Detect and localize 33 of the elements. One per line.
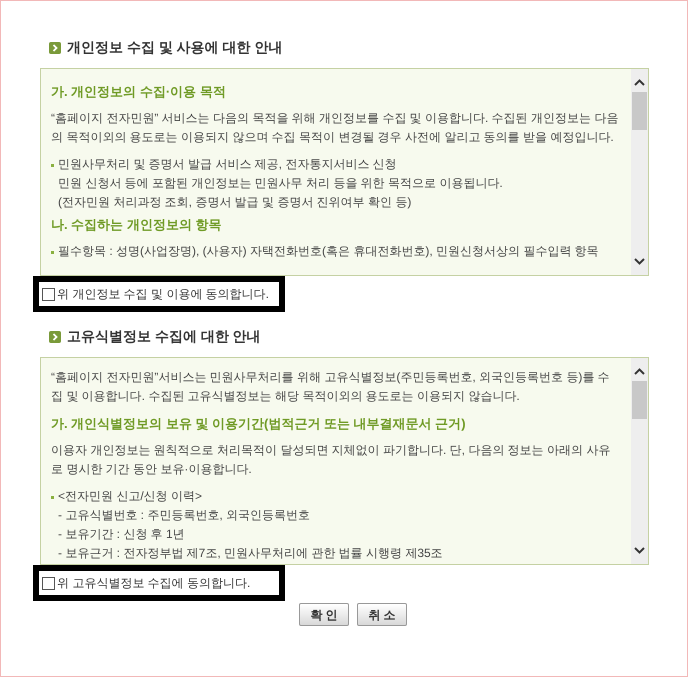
paragraph: “홈페이지 전자민원”서비스는 민원사무처리를 위해 고유식별정보(주민등록번호, 외국인등록번호 등)를 수집 및 이용합니다. 수집된 고유식별정보는 해당 목적이외의 용도로는 이용되지 않습니다. [51, 369, 611, 405]
list-item: 민원사무처리 및 증명서 발급 서비스 제공, 전자통지서비스 신청 [58, 156, 397, 173]
list-item: <전자민원 신고/신청 이력> [58, 488, 202, 505]
paragraph: “홈페이지 전자민원” 서비스는 다음의 목적을 위해 개인정보를 수집 및 이용합니다. 수집된 개인정보는 다음의 목적이외의 용도로는 이용되지 않으며 수집 목적이 변경될 경우 사전에 알리고 동의를 받을 예정입니다. [51, 110, 620, 146]
paragraph: 이용자 개인정보는 원칙적으로 처리목적이 달성되면 지체없이 파기합니다. 단, 다음의 정보는 아래의 사유로 명시한 기간 동안 보유·이용합니다. [51, 442, 612, 478]
scrollbar[interactable] [631, 358, 648, 564]
bullet-icon [51, 251, 54, 254]
scrollbar-thumb[interactable] [632, 92, 647, 130]
list-item: 필수항목 : 성명(사업장명), (사용자) 자택전화번호(혹은 휴대전화번호), 민원신청서상의 필수입력 항목 [58, 243, 599, 260]
list-item: (전자민원 처리과정 조회, 증명서 발급 및 증명서 진위여부 확인 등) [57, 194, 412, 211]
scroll-up-icon[interactable] [634, 79, 645, 86]
scrollbar-thumb[interactable] [632, 381, 647, 419]
scroll-up-icon[interactable] [634, 368, 645, 375]
chevron-icon [49, 42, 61, 54]
checkbox[interactable] [42, 576, 55, 590]
cancel-button[interactable]: 취 소 [357, 603, 407, 626]
section-heading: 나. 수집하는 개인정보의 항목 [51, 216, 222, 234]
section-heading: 가. 개인정보의 수집·이용 목적 [51, 83, 227, 101]
list-item: - 보유근거 : 전자정부법 제7조, 민원사무처리에 관한 법률 시행령 제35조 [57, 545, 444, 562]
section-title: 고유식별정보 수집에 대한 안내 [67, 327, 261, 346]
bullet-icon [51, 164, 54, 167]
list-item: - 고유식별번호 : 주민등록번호, 외국인등록번호 [57, 507, 311, 524]
checkbox[interactable] [42, 288, 55, 300]
section-title: 개인정보 수집 및 사용에 대한 안내 [67, 38, 282, 57]
chevron-icon [49, 330, 61, 342]
list-item: 민원 신청서 등에 포함된 개인정보는 민원사무 처리 등을 위한 목적으로 이용됩니다. [57, 175, 504, 192]
section-heading: 가. 개인식별정보의 보유 및 이용기간(법적근거 또는 내부결재문서 근거) [51, 415, 467, 433]
list-item: - 보유기간 : 신청 후 1년 [57, 526, 186, 543]
scrollbar[interactable] [631, 69, 648, 275]
bullet-icon [51, 496, 54, 499]
scroll-down-icon[interactable] [634, 547, 645, 554]
confirm-button[interactable]: 확 인 [299, 603, 349, 626]
scroll-down-icon[interactable] [634, 258, 645, 265]
